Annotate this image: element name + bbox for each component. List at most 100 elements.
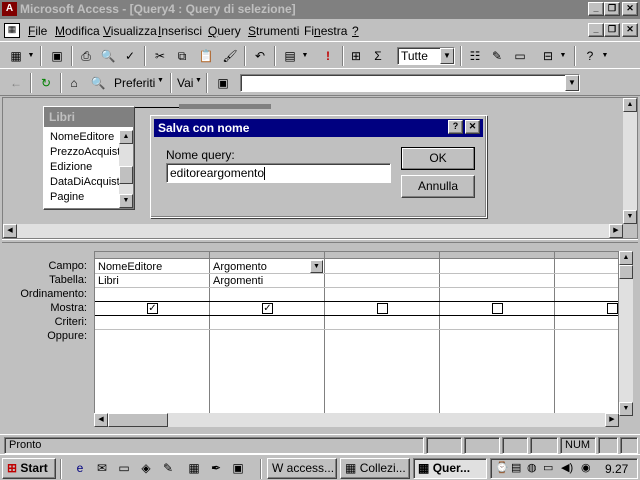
field-cell[interactable]: NomeEditore (95, 260, 209, 274)
task-button[interactable]: ▦ Collezi... (340, 458, 410, 479)
copy-icon[interactable]: ⧉ (172, 46, 192, 66)
view-icon[interactable]: ▦ (6, 46, 26, 66)
scroll-down-icon[interactable]: ▼ (623, 210, 637, 224)
menu-finestra[interactable]: Finestra (304, 24, 347, 38)
menu-file[interactable]: File (28, 24, 47, 38)
tray-monitor-icon[interactable]: ▭ (543, 461, 553, 474)
favorites-dropdown-icon[interactable]: ▼ (157, 77, 164, 84)
totals-icon[interactable]: Σ (368, 46, 388, 66)
print-preview-icon[interactable]: 🔍 (98, 46, 118, 66)
close-button[interactable]: ✕ (622, 2, 638, 16)
field-item[interactable]: PrezzoAcquisto (47, 145, 119, 160)
scroll-right-icon[interactable]: ▶ (609, 224, 623, 238)
run-icon[interactable]: ! (318, 46, 338, 66)
explorer-icon[interactable]: ▣ (230, 460, 246, 476)
task-button-active[interactable]: ▦ Quer... (413, 458, 487, 479)
scroll-thumb[interactable] (119, 166, 133, 184)
field-item[interactable]: Pagine (47, 190, 119, 205)
query-window-icon[interactable]: ▦ (4, 23, 20, 38)
menu-visualizza[interactable]: Visualizza (103, 24, 157, 38)
back-icon[interactable]: ← (6, 73, 26, 93)
cut-icon[interactable]: ✂ (150, 46, 170, 66)
scroll-up-icon[interactable]: ▲ (619, 251, 633, 265)
menu-query[interactable]: Query (208, 24, 241, 38)
show-web-toolbar-icon[interactable]: ▣ (213, 73, 233, 93)
access-app-icon[interactable]: A (2, 2, 17, 16)
restore-button[interactable]: ❐ (604, 2, 620, 16)
scroll-down-icon[interactable]: ▼ (619, 402, 633, 416)
home-icon[interactable]: ⌂ (64, 73, 84, 93)
show-checkbox[interactable] (377, 303, 388, 314)
go-dropdown-icon[interactable]: ▼ (195, 77, 202, 84)
minimize-button[interactable]: _ (588, 2, 604, 16)
column-selector-bar[interactable] (95, 252, 618, 259)
favorites-menu[interactable]: Preferiti (114, 76, 155, 90)
field-dropdown-icon[interactable]: ▼ (310, 260, 323, 273)
start-button[interactable]: ⊞ Start (2, 458, 56, 479)
field-item[interactable]: Edizione (47, 160, 119, 175)
go-menu[interactable]: Vai (177, 76, 193, 90)
show-checkbox[interactable] (492, 303, 503, 314)
tray-mouse-icon[interactable]: ◉ (581, 461, 591, 474)
menu-help[interactable]: ? (352, 24, 359, 38)
query-type-dropdown-icon[interactable]: ▼ (300, 46, 310, 66)
field-list-libri[interactable]: Libri NomeEditore PrezzoAcquisto Edizion… (43, 106, 135, 210)
properties-icon[interactable]: ☷ (465, 46, 485, 66)
top-values-combo[interactable]: Tutte ▼ (397, 47, 455, 65)
scroll-up-icon[interactable]: ▲ (623, 98, 637, 112)
dialog-help-button[interactable]: ? (448, 120, 463, 134)
scroll-left-icon[interactable]: ◀ (3, 224, 17, 238)
scroll-down-icon[interactable]: ▼ (119, 194, 133, 208)
menu-strumenti[interactable]: Strumenti (248, 24, 299, 38)
cancel-button[interactable]: Annulla (401, 175, 475, 198)
view-dropdown-icon[interactable]: ▼ (26, 46, 36, 66)
pen-icon[interactable]: ✒ (208, 460, 224, 476)
notepad-icon[interactable]: ✎ (160, 460, 176, 476)
scroll-thumb[interactable] (619, 265, 633, 279)
doc-restore-button[interactable]: ❐ (604, 23, 620, 37)
address-combo[interactable]: ▼ (240, 74, 580, 92)
help-icon[interactable]: ? (580, 46, 600, 66)
show-checkbox[interactable]: ✓ (147, 303, 158, 314)
print-icon[interactable]: ⎙ (76, 46, 96, 66)
undo-icon[interactable]: ↶ (250, 46, 270, 66)
scroll-right-icon[interactable]: ▶ (605, 413, 619, 427)
new-object-dropdown-icon[interactable]: ▼ (558, 46, 568, 66)
spelling-icon[interactable]: ✓ (120, 46, 140, 66)
field-list-argomenti[interactable] (179, 104, 271, 109)
grid-vscroll[interactable]: ▲ ▼ (619, 251, 633, 416)
show-checkbox[interactable] (607, 303, 618, 314)
new-object-icon[interactable]: ⊟ (538, 46, 558, 66)
table-pane-hscroll[interactable]: ◀ ▶ (3, 224, 623, 238)
field-list-title[interactable]: Libri (44, 107, 134, 127)
database-window-icon[interactable]: ▭ (510, 46, 530, 66)
build-icon[interactable]: ✎ (487, 46, 507, 66)
save-icon[interactable]: ▣ (47, 46, 67, 66)
scroll-up-icon[interactable]: ▲ (119, 130, 133, 144)
search-web-icon[interactable]: 🔍 (88, 73, 108, 93)
channels-icon[interactable]: ◈ (138, 460, 154, 476)
desktop-icon[interactable]: ▭ (116, 460, 132, 476)
query-type-icon[interactable]: ▤ (280, 46, 300, 66)
field-list-scrollbar[interactable]: ▲ ▼ (119, 130, 133, 208)
help-dropdown-icon[interactable]: ▼ (600, 46, 610, 66)
doc-close-button[interactable]: ✕ (622, 23, 638, 37)
menu-modifica[interactable]: Modifica (55, 24, 100, 38)
field-cell[interactable]: Argomento (210, 260, 324, 274)
scroll-left-icon[interactable]: ◀ (94, 413, 108, 427)
ie-icon[interactable]: e (72, 460, 88, 476)
show-checkbox[interactable]: ✓ (262, 303, 273, 314)
field-item[interactable]: DataDiAcquisto (47, 175, 119, 190)
format-painter-icon[interactable]: 🖌 (220, 46, 240, 66)
dialog-close-button[interactable]: ✕ (465, 120, 480, 134)
grid-hscroll[interactable]: ◀ ▶ (94, 413, 619, 427)
field-item[interactable]: NomeEditore (47, 130, 119, 145)
tray-scheduler-icon[interactable]: ⌚ (495, 461, 509, 474)
top-values-dropdown-icon[interactable]: ▼ (440, 48, 454, 64)
office-icon[interactable]: ▦ (186, 460, 202, 476)
address-dropdown-icon[interactable]: ▼ (565, 75, 579, 91)
table-cell[interactable]: Libri (95, 274, 209, 288)
query-name-input[interactable]: editoreargomento (166, 163, 391, 183)
scroll-thumb[interactable] (108, 413, 168, 427)
show-table-icon[interactable]: ⊞ (346, 46, 366, 66)
